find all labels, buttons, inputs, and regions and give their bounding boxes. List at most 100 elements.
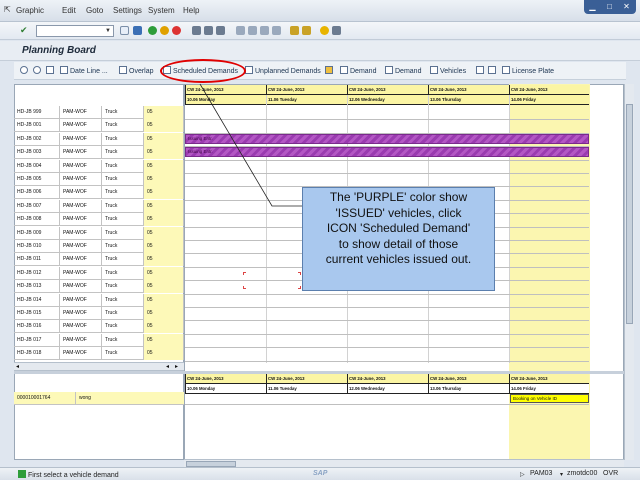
vehicle-org: PAM-WOF (60, 253, 102, 267)
filter-icon[interactable] (476, 66, 486, 75)
row-line (185, 333, 589, 335)
vehicle-row[interactable]: HD-JB 008 PAM-WOF Truck 05 (14, 213, 184, 227)
vehicle-row[interactable]: HD-JB 006 PAM-WOF Truck 05 (14, 186, 184, 200)
unplanned-demands-icon (245, 66, 253, 74)
vehicle-row[interactable]: HD-JB 004 PAM-WOF Truck 05 (14, 159, 184, 173)
calendar-icon (60, 66, 68, 74)
vehicle-row[interactable]: HD-JB 014 PAM-WOF Truck 05 (14, 293, 184, 307)
vehicle-row[interactable]: HD-JB 003 PAM-WOF Truck 05 (14, 146, 184, 160)
find-next-icon[interactable] (216, 26, 225, 35)
vehicle-type: Truck (102, 226, 144, 240)
command-field[interactable]: ▼ (36, 25, 114, 37)
demand-edit-button[interactable]: Demand (385, 66, 421, 75)
unplanned-demands-button[interactable]: Unplanned Demands (245, 66, 321, 75)
sap-menu-icon[interactable]: ⇱ (4, 5, 11, 14)
menu-graphic[interactable]: Graphic (16, 6, 44, 15)
exit-icon[interactable] (160, 26, 169, 35)
scroll-right-icon[interactable]: ▸ (175, 363, 178, 370)
shortcut-icon[interactable] (302, 26, 311, 35)
day-cell: 13.06 Thursday (428, 95, 509, 104)
vehicle-row[interactable]: HD-JB 011 PAM-WOF Truck 05 (14, 253, 184, 267)
layout-icon[interactable] (332, 26, 341, 35)
save-icon[interactable] (133, 26, 142, 35)
scroll-left-icon[interactable]: ◂ (166, 363, 169, 370)
vehicle-num: 05 (144, 119, 184, 133)
issued-vehicle-bar[interactable]: Issuing Entr. (185, 147, 589, 158)
next-page-icon[interactable] (260, 26, 269, 35)
first-page-icon[interactable] (236, 26, 245, 35)
issued-bar-label: Issuing Entr. (188, 135, 213, 141)
server-info-icon[interactable]: ▾ (560, 471, 563, 478)
menu-help[interactable]: Help (183, 6, 199, 15)
demand-row[interactable]: 000010001764 wong (14, 392, 184, 405)
vehicle-row[interactable]: HD-JB 018 PAM-WOF Truck 05 (14, 347, 184, 361)
vehicle-num: 05 (144, 253, 184, 267)
vehicle-row[interactable]: HD-JB 016 PAM-WOF Truck 05 (14, 320, 184, 334)
demand-name: wong (79, 395, 91, 401)
find-icon[interactable] (204, 26, 213, 35)
vehicle-row[interactable]: HD-JB 010 PAM-WOF Truck 05 (14, 240, 184, 253)
overlap-button[interactable]: Overlap (119, 66, 154, 75)
menu-system[interactable]: System (148, 6, 175, 15)
issued-vehicle-bar[interactable]: Issuing Entr. (185, 133, 589, 144)
vehicle-row[interactable]: HD-JB 999 PAM-WOF Truck 05 (14, 106, 184, 119)
print-icon[interactable] (192, 26, 201, 35)
menu-edit[interactable]: Edit (62, 6, 76, 15)
vehicle-type: Truck (102, 119, 144, 133)
callout-box: The 'PURPLE' color show 'ISSUED' vehicle… (302, 187, 495, 291)
vehicle-row[interactable]: HD-JB 013 PAM-WOF Truck 05 (14, 280, 184, 294)
week-cell: CW 24-June, 2013 (185, 85, 266, 94)
vehicle-org: PAM-WOF (60, 213, 102, 227)
minimize-icon[interactable]: ▁ (584, 0, 601, 14)
row-line (185, 293, 589, 295)
vehicle-row[interactable]: HD-JB 005 PAM-WOF Truck 05 (14, 173, 184, 186)
help-icon[interactable] (320, 26, 329, 35)
vehicle-row[interactable]: HD-JB 007 PAM-WOF Truck 05 (14, 199, 184, 213)
booking-bar[interactable]: Booking on Vehicle ID (510, 394, 589, 403)
vehicle-id: HD-JB 014 (14, 293, 60, 307)
vehicle-row[interactable]: HD-JB 012 PAM-WOF Truck 05 (14, 266, 184, 280)
week-cell: CW 24-June, 2013 (509, 374, 589, 383)
vehicle-org: PAM-WOF (60, 106, 102, 119)
vehicle-id: HD-JB 009 (14, 226, 60, 240)
last-page-icon[interactable] (272, 26, 281, 35)
back-nav-icon[interactable] (120, 26, 129, 35)
issued-bar-label: Issuing Entr. (188, 149, 213, 155)
vehicle-row[interactable]: HD-JB 015 PAM-WOF Truck 05 (14, 307, 184, 320)
menu-settings[interactable]: Settings (113, 6, 142, 15)
vehicles-button[interactable]: Vehicles (430, 66, 466, 75)
vehicle-row[interactable]: HD-JB 017 PAM-WOF Truck 05 (14, 333, 184, 347)
vehicle-num: 05 (144, 293, 184, 307)
scroll-left-icon[interactable]: ◂ (16, 363, 19, 370)
new-session-icon[interactable] (290, 26, 299, 35)
back-icon[interactable] (148, 26, 157, 35)
insert-mode[interactable]: OVR (603, 470, 618, 477)
close-icon[interactable]: ✕ (618, 0, 635, 14)
left-horizontal-scrollbar[interactable]: ◂ ◂ ▸ (14, 362, 184, 371)
chevron-down-icon[interactable]: ▼ (103, 26, 113, 36)
overlap-icon (119, 66, 127, 74)
vehicle-row[interactable]: HD-JB 009 PAM-WOF Truck 05 (14, 226, 184, 240)
demand-display-button[interactable]: Demand (340, 66, 376, 75)
callout-line: The 'PURPLE' color show (329, 190, 468, 204)
vehicle-row[interactable]: HD-JB 002 PAM-WOF Truck 05 (14, 132, 184, 146)
maximize-icon[interactable]: □ (601, 0, 618, 14)
expand-status-icon[interactable]: ▷ (520, 471, 525, 478)
zoom-out-icon[interactable] (33, 66, 43, 75)
menu-goto[interactable]: Goto (86, 6, 103, 15)
vehicle-id: HD-JB 006 (14, 186, 60, 200)
license-plate-button[interactable]: License Plate (502, 66, 554, 75)
filter-reset-icon[interactable] (488, 66, 498, 75)
scrollbar-thumb[interactable] (626, 104, 633, 324)
cancel-icon[interactable] (172, 26, 181, 35)
date-line-button[interactable]: Date Line ... (60, 66, 108, 75)
vertical-scrollbar[interactable] (624, 84, 634, 460)
drag-marker (298, 286, 301, 289)
zoom-in-icon[interactable] (20, 66, 30, 75)
vehicle-row[interactable]: HD-JB 001 PAM-WOF Truck 05 (14, 119, 184, 133)
vehicle-type: Truck (102, 320, 144, 334)
enter-check-icon[interactable]: ✔ (20, 25, 30, 35)
demand-link-icon[interactable] (325, 66, 335, 75)
prev-page-icon[interactable] (248, 26, 257, 35)
refresh-icon[interactable] (46, 66, 56, 75)
